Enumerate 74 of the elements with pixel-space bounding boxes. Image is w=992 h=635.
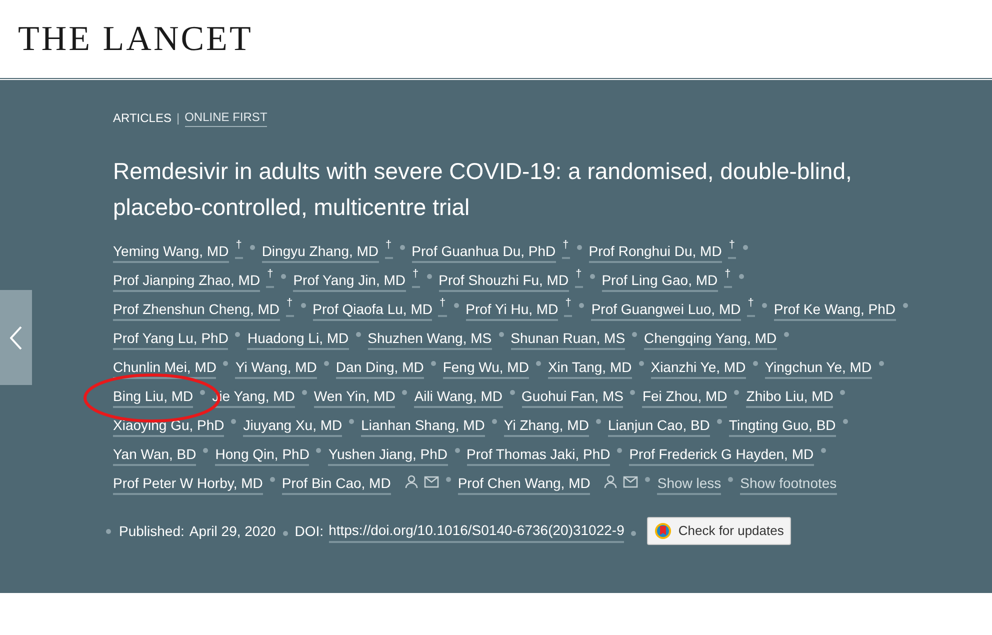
footnote-mark[interactable]: †: [724, 268, 732, 288]
author-link[interactable]: Tingting Guo, BD: [728, 415, 836, 437]
person-icon[interactable]: [604, 475, 618, 489]
author-link[interactable]: Prof Thomas Jaki, PhD: [466, 444, 610, 466]
author-link[interactable]: Dingyu Zhang, MD: [262, 241, 379, 263]
author-link[interactable]: Xianzhi Ye, MD: [650, 357, 746, 379]
author-link[interactable]: Huadong Li, MD: [247, 328, 349, 350]
author-link[interactable]: Prof Guanhua Du, PhD: [412, 241, 556, 263]
author-link[interactable]: Yeming Wang, MD: [113, 241, 229, 263]
author-link[interactable]: Prof Zhenshun Cheng, MD: [113, 299, 280, 321]
author-link[interactable]: Prof Bin Cao, MD: [282, 473, 391, 495]
published-date: April 29, 2020: [189, 522, 276, 541]
author-link[interactable]: Lianjun Cao, BD: [608, 415, 710, 437]
author-link[interactable]: Yi Wang, MD: [235, 357, 317, 379]
author-link[interactable]: Guohui Fan, MS: [522, 386, 624, 408]
footnote-mark[interactable]: †: [746, 297, 755, 317]
breadcrumb-divider: |: [176, 110, 180, 126]
footnote-mark[interactable]: †: [234, 239, 243, 259]
author-link[interactable]: Wen Yin, MD: [314, 386, 396, 408]
author-link[interactable]: Fei Zhou, MD: [642, 386, 728, 408]
author-link[interactable]: Chunlin Mei, MD: [113, 357, 216, 379]
doi-link[interactable]: https://doi.org/10.1016/S0140-6736(20)31022-9: [328, 520, 624, 542]
status-link[interactable]: ONLINE FIRST: [184, 108, 268, 127]
author-link[interactable]: Jiuyang Xu, MD: [243, 415, 342, 437]
footnote-mark[interactable]: †: [384, 239, 393, 259]
author-link[interactable]: Zhibo Liu, MD: [746, 386, 834, 408]
email-icon[interactable]: [424, 476, 439, 488]
author-link[interactable]: Yi Zhang, MD: [504, 415, 589, 437]
author-link[interactable]: Prof Qiaofa Lu, MD: [312, 299, 432, 321]
author-link[interactable]: Prof Ke Wang, PhD: [774, 299, 896, 321]
article-title: Remdesivir in adults with severe COVID-19: a randomised, double-blind, placebo-controlled, multicentre trial: [113, 157, 853, 222]
author-link[interactable]: Hong Qin, PhD: [215, 444, 310, 466]
author-link[interactable]: Lianhan Shang, MD: [361, 415, 485, 437]
author-link[interactable]: Chengqing Yang, MD: [644, 328, 777, 350]
author-link[interactable]: Feng Wu, MD: [442, 357, 529, 379]
section-label: ARTICLES: [113, 110, 172, 126]
author-link[interactable]: Prof Yang Lu, PhD: [113, 328, 228, 350]
footnote-mark[interactable]: †: [286, 297, 294, 317]
author-link[interactable]: Prof Shouzhi Fu, MD: [438, 270, 569, 292]
published-label: Published:: [119, 522, 184, 540]
author-link[interactable]: Yushen Jiang, PhD: [328, 444, 448, 466]
author-link[interactable]: Yingchun Ye, MD: [764, 357, 872, 379]
toggle-link[interactable]: Show footnotes: [740, 473, 837, 495]
author-link[interactable]: Prof Frederick G Hayden, MD: [629, 444, 814, 466]
footnote-mark[interactable]: †: [266, 268, 274, 288]
check-updates-button[interactable]: Check for updates: [647, 517, 791, 545]
footnote-mark[interactable]: †: [564, 297, 572, 317]
author-link[interactable]: Prof Yang Jin, MD: [293, 270, 406, 292]
person-icon[interactable]: [404, 475, 418, 489]
journal-logo[interactable]: THE LANCET: [18, 12, 253, 66]
author-link[interactable]: Prof Ling Gao, MD: [602, 270, 718, 292]
author-link[interactable]: Shunan Ruan, MS: [510, 328, 626, 350]
author-link[interactable]: Xin Tang, MD: [548, 357, 632, 379]
chevron-left-icon: [10, 326, 22, 350]
author-link[interactable]: Dan Ding, MD: [336, 357, 424, 379]
author-link[interactable]: Prof Ronghui Du, MD: [588, 241, 722, 263]
author-link[interactable]: Prof Peter W Horby, MD: [113, 473, 263, 495]
author-link[interactable]: Yan Wan, BD: [113, 444, 196, 466]
footnote-mark[interactable]: †: [438, 297, 447, 317]
email-icon[interactable]: [623, 476, 638, 488]
footnote-mark[interactable]: †: [562, 239, 570, 259]
author-link[interactable]: Prof Chen Wang, MD: [458, 473, 590, 495]
author-link[interactable]: Prof Jianping Zhao, MD: [113, 270, 260, 292]
doi-label: DOI:: [294, 522, 324, 540]
author-link[interactable]: Shuzhen Wang, MS: [368, 328, 492, 350]
author-link[interactable]: Aili Wang, MD: [414, 386, 503, 408]
author-link[interactable]: Prof Yi Hu, MD: [466, 299, 558, 321]
footnote-mark[interactable]: †: [574, 268, 583, 288]
footnote-mark[interactable]: †: [728, 239, 736, 259]
footnote-mark[interactable]: †: [412, 268, 420, 288]
author-link[interactable]: Prof Guangwei Luo, MD: [591, 299, 741, 321]
toggle-link[interactable]: Show less: [657, 473, 722, 495]
author-link[interactable]: Xiaoying Gu, PhD: [113, 415, 224, 437]
update-badge-icon: [654, 522, 672, 540]
